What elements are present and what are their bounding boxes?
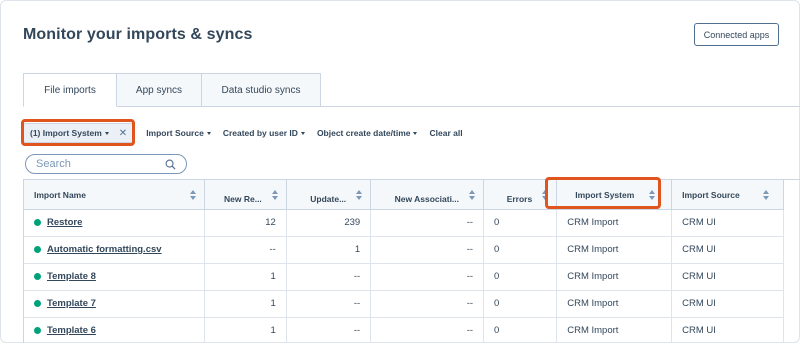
- cell-new-associations: --: [370, 209, 485, 237]
- caret-down-icon: [413, 131, 418, 135]
- status-dot-icon: [34, 299, 41, 307]
- cell-new-associations: --: [370, 317, 485, 343]
- status-dot-icon: [34, 245, 41, 253]
- tab-data-studio-syncs[interactable]: Data studio syncs: [201, 73, 321, 107]
- cell-import-source: CRM UI: [671, 263, 784, 291]
- cell-new-records: 1: [204, 263, 287, 291]
- cell-errors: 0: [483, 209, 558, 237]
- cell-new-records: --: [204, 236, 287, 264]
- filter-bar: (1) Import System ✕ Import Source Create…: [23, 122, 463, 144]
- cell-import-system: CRM Import: [556, 290, 673, 318]
- column-header-new-associations[interactable]: New Associati...: [370, 180, 485, 210]
- cell-new-associations: --: [370, 290, 485, 318]
- sort-icon: [763, 190, 769, 200]
- table-row: Template 8 1 -- -- 0 CRM Import CRM UI: [24, 263, 784, 291]
- column-header-errors[interactable]: Errors: [483, 180, 558, 210]
- import-name-link[interactable]: Template 6: [47, 325, 96, 336]
- header-label: Import Source: [682, 189, 740, 200]
- caret-down-icon: [206, 131, 211, 135]
- caret-down-icon: [300, 131, 305, 135]
- import-name-link[interactable]: Template 7: [47, 298, 96, 309]
- cell-errors: 0: [483, 263, 558, 291]
- header-label: New Associati...: [394, 194, 460, 205]
- header-label: Import System: [575, 189, 635, 200]
- sort-icon: [469, 190, 476, 200]
- clear-all-link[interactable]: Clear all: [429, 128, 462, 138]
- page-title: Monitor your imports & syncs: [23, 26, 253, 43]
- table-row: Restore 12 239 -- 0 CRM Import CRM UI: [24, 209, 784, 237]
- filter-label: Object create date/time: [316, 128, 411, 138]
- cell-import-source: CRM UI: [671, 236, 784, 264]
- cell-import-system: CRM Import: [556, 209, 673, 237]
- header-label: Import Name: [34, 189, 86, 200]
- import-name-link[interactable]: Template 8: [47, 271, 96, 282]
- sort-icon: [542, 190, 549, 200]
- cell-import-system: CRM Import: [556, 317, 673, 343]
- sort-icon: [190, 190, 197, 200]
- created-by-filter[interactable]: Created by user ID: [223, 128, 305, 138]
- cell-import-source: CRM UI: [671, 317, 784, 343]
- sort-icon: [271, 190, 278, 200]
- cell-updated: --: [286, 263, 372, 291]
- header-label: New Re...: [224, 194, 262, 205]
- cell-new-records: 12: [204, 209, 287, 237]
- search-input[interactable]: Search: [25, 154, 187, 174]
- table-row: Template 7 1 -- -- 0 CRM Import CRM UI: [24, 290, 784, 318]
- header-label: Update...: [310, 194, 347, 205]
- cell-updated: --: [286, 317, 372, 343]
- column-header-import-system[interactable]: Import System: [556, 180, 673, 210]
- tab-app-syncs[interactable]: App syncs: [116, 73, 202, 107]
- status-dot-icon: [34, 218, 41, 226]
- column-header-import-name[interactable]: Import Name: [24, 180, 206, 210]
- tab-file-imports[interactable]: File imports: [23, 73, 117, 107]
- import-name-link[interactable]: Automatic formatting.csv: [47, 244, 162, 255]
- cell-updated: --: [286, 290, 372, 318]
- cell-updated: 1: [286, 236, 372, 264]
- column-header-import-source[interactable]: Import Source: [671, 180, 784, 210]
- cell-new-records: 1: [204, 317, 287, 343]
- search-placeholder: Search: [36, 158, 71, 170]
- cell-errors: 0: [483, 290, 558, 318]
- object-create-date-filter[interactable]: Object create date/time: [317, 128, 418, 138]
- import-system-filter-chip[interactable]: (1) Import System ✕: [23, 123, 135, 143]
- sort-icon: [356, 190, 363, 200]
- cell-import-name: Template 8: [24, 263, 206, 291]
- cell-import-name: Template 7: [24, 290, 206, 318]
- cell-import-system: CRM Import: [556, 263, 673, 291]
- header-label: Errors: [506, 194, 533, 205]
- cell-errors: 0: [483, 236, 558, 264]
- cell-import-source: CRM UI: [671, 290, 784, 318]
- caret-down-icon: [104, 131, 109, 135]
- cell-import-name: Automatic formatting.csv: [24, 236, 206, 264]
- cell-new-associations: --: [370, 236, 485, 264]
- search-icon: [165, 159, 176, 170]
- table-row: Template 6 1 -- -- 0 CRM Import CRM UI: [24, 317, 784, 343]
- cell-updated: 239: [286, 209, 372, 237]
- sort-icon: [649, 190, 656, 200]
- column-header-new-records[interactable]: New Re...: [204, 180, 287, 210]
- filter-label: Created by user ID: [222, 128, 298, 138]
- status-dot-icon: [34, 326, 41, 334]
- cell-import-name: Restore: [24, 209, 206, 237]
- cell-import-system: CRM Import: [556, 236, 673, 264]
- cell-import-source: CRM UI: [671, 209, 784, 237]
- cell-new-records: 1: [204, 290, 287, 318]
- imports-table: Import Name New Re... Update... New Asso…: [23, 179, 800, 343]
- close-icon[interactable]: ✕: [119, 128, 127, 139]
- import-source-filter[interactable]: Import Source: [146, 128, 211, 138]
- table-row: Automatic formatting.csv -- 1 -- 0 CRM I…: [24, 236, 784, 264]
- column-header-updated[interactable]: Update...: [286, 180, 372, 210]
- cell-new-associations: --: [370, 263, 485, 291]
- table-header-row: Import Name New Re... Update... New Asso…: [24, 180, 784, 210]
- connected-apps-button[interactable]: Connected apps: [694, 23, 779, 46]
- filter-label: Import Source: [146, 128, 204, 138]
- cell-import-name: Template 6: [24, 317, 206, 343]
- tab-bar: File imports App syncs Data studio syncs: [23, 73, 321, 107]
- cell-errors: 0: [483, 317, 558, 343]
- chip-label: (1) Import System: [30, 128, 102, 138]
- import-name-link[interactable]: Restore: [47, 217, 82, 228]
- tab-divider: [23, 106, 800, 107]
- status-dot-icon: [34, 272, 41, 280]
